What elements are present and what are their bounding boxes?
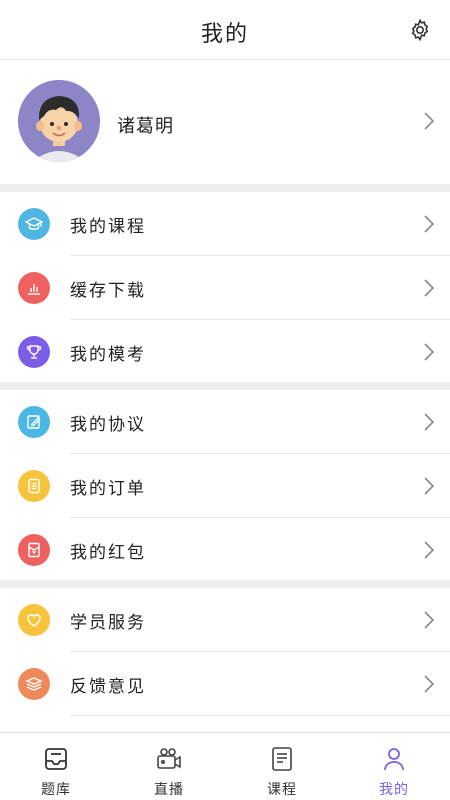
menu-item-student-service[interactable]: 学员服务 (0, 588, 450, 652)
chevron-right-icon (424, 279, 434, 297)
chevron-right-icon (424, 477, 434, 495)
menu-item-mock-exams[interactable]: 我的模考 (0, 320, 450, 384)
header-bar: 我的 (0, 0, 450, 60)
menu-item-label: 学员服务 (70, 613, 146, 633)
menu-item-feedback[interactable]: 反馈意见 (0, 652, 450, 716)
tab-courses[interactable]: 课程 (226, 733, 338, 800)
bar-chart-icon (18, 272, 50, 304)
chevron-right-icon (424, 541, 434, 559)
menu-item-label: 我的课程 (70, 217, 146, 237)
menu-item-label: 缓存下载 (70, 281, 146, 301)
menu-item-orders[interactable]: 我的订单 (0, 454, 450, 518)
page-title: 我的 (200, 22, 249, 47)
edit-document-icon (18, 406, 50, 438)
user-icon (384, 748, 404, 771)
menu-item-label: 我的订单 (70, 479, 146, 499)
tab-label: 题库 (41, 782, 71, 798)
chevron-right-icon (424, 611, 434, 629)
inbox-tray-icon (45, 748, 67, 770)
menu-item-red-envelopes[interactable]: 我的红包 (0, 518, 450, 582)
chevron-right-icon (424, 413, 434, 431)
chevron-right-icon (424, 215, 434, 233)
video-camera-icon (157, 748, 181, 769)
order-list-icon (18, 470, 50, 502)
menu-item-label: 反馈意见 (70, 677, 146, 697)
avatar[interactable] (18, 80, 100, 162)
chevron-right-icon (424, 343, 434, 361)
tab-mine[interactable]: 我的 (338, 733, 450, 800)
tab-label: 我的 (379, 782, 409, 798)
section-divider (0, 184, 450, 192)
trophy-icon (18, 336, 50, 368)
menu-item-agreements[interactable]: 我的协议 (0, 390, 450, 454)
heart-icon (18, 604, 50, 636)
menu-item-downloads[interactable]: 缓存下载 (0, 256, 450, 320)
chevron-right-icon (424, 112, 434, 130)
red-envelope-icon (18, 534, 50, 566)
tab-live[interactable]: 直播 (113, 733, 225, 800)
section-divider (0, 580, 450, 588)
tab-label: 课程 (267, 782, 297, 798)
user-name: 诸葛明 (117, 116, 174, 137)
menu-item-my-courses[interactable]: 我的课程 (0, 192, 450, 256)
graduation-cap-icon (18, 208, 50, 240)
chevron-right-icon (424, 675, 434, 693)
stack-icon (18, 668, 50, 700)
menu-item-label: 我的红包 (70, 543, 146, 563)
book-icon (272, 747, 292, 771)
tab-label: 直播 (154, 782, 184, 798)
section-divider (0, 382, 450, 390)
bottom-tab-bar: 题库 直播 课程 我的 (0, 732, 450, 800)
profile-row[interactable]: 诸葛明 (0, 60, 450, 186)
menu-item-label: 我的模考 (70, 345, 146, 365)
tab-question-bank[interactable]: 题库 (0, 733, 112, 800)
divider (70, 715, 450, 716)
menu-item-label: 我的协议 (70, 415, 146, 435)
gear-icon[interactable] (408, 18, 432, 42)
